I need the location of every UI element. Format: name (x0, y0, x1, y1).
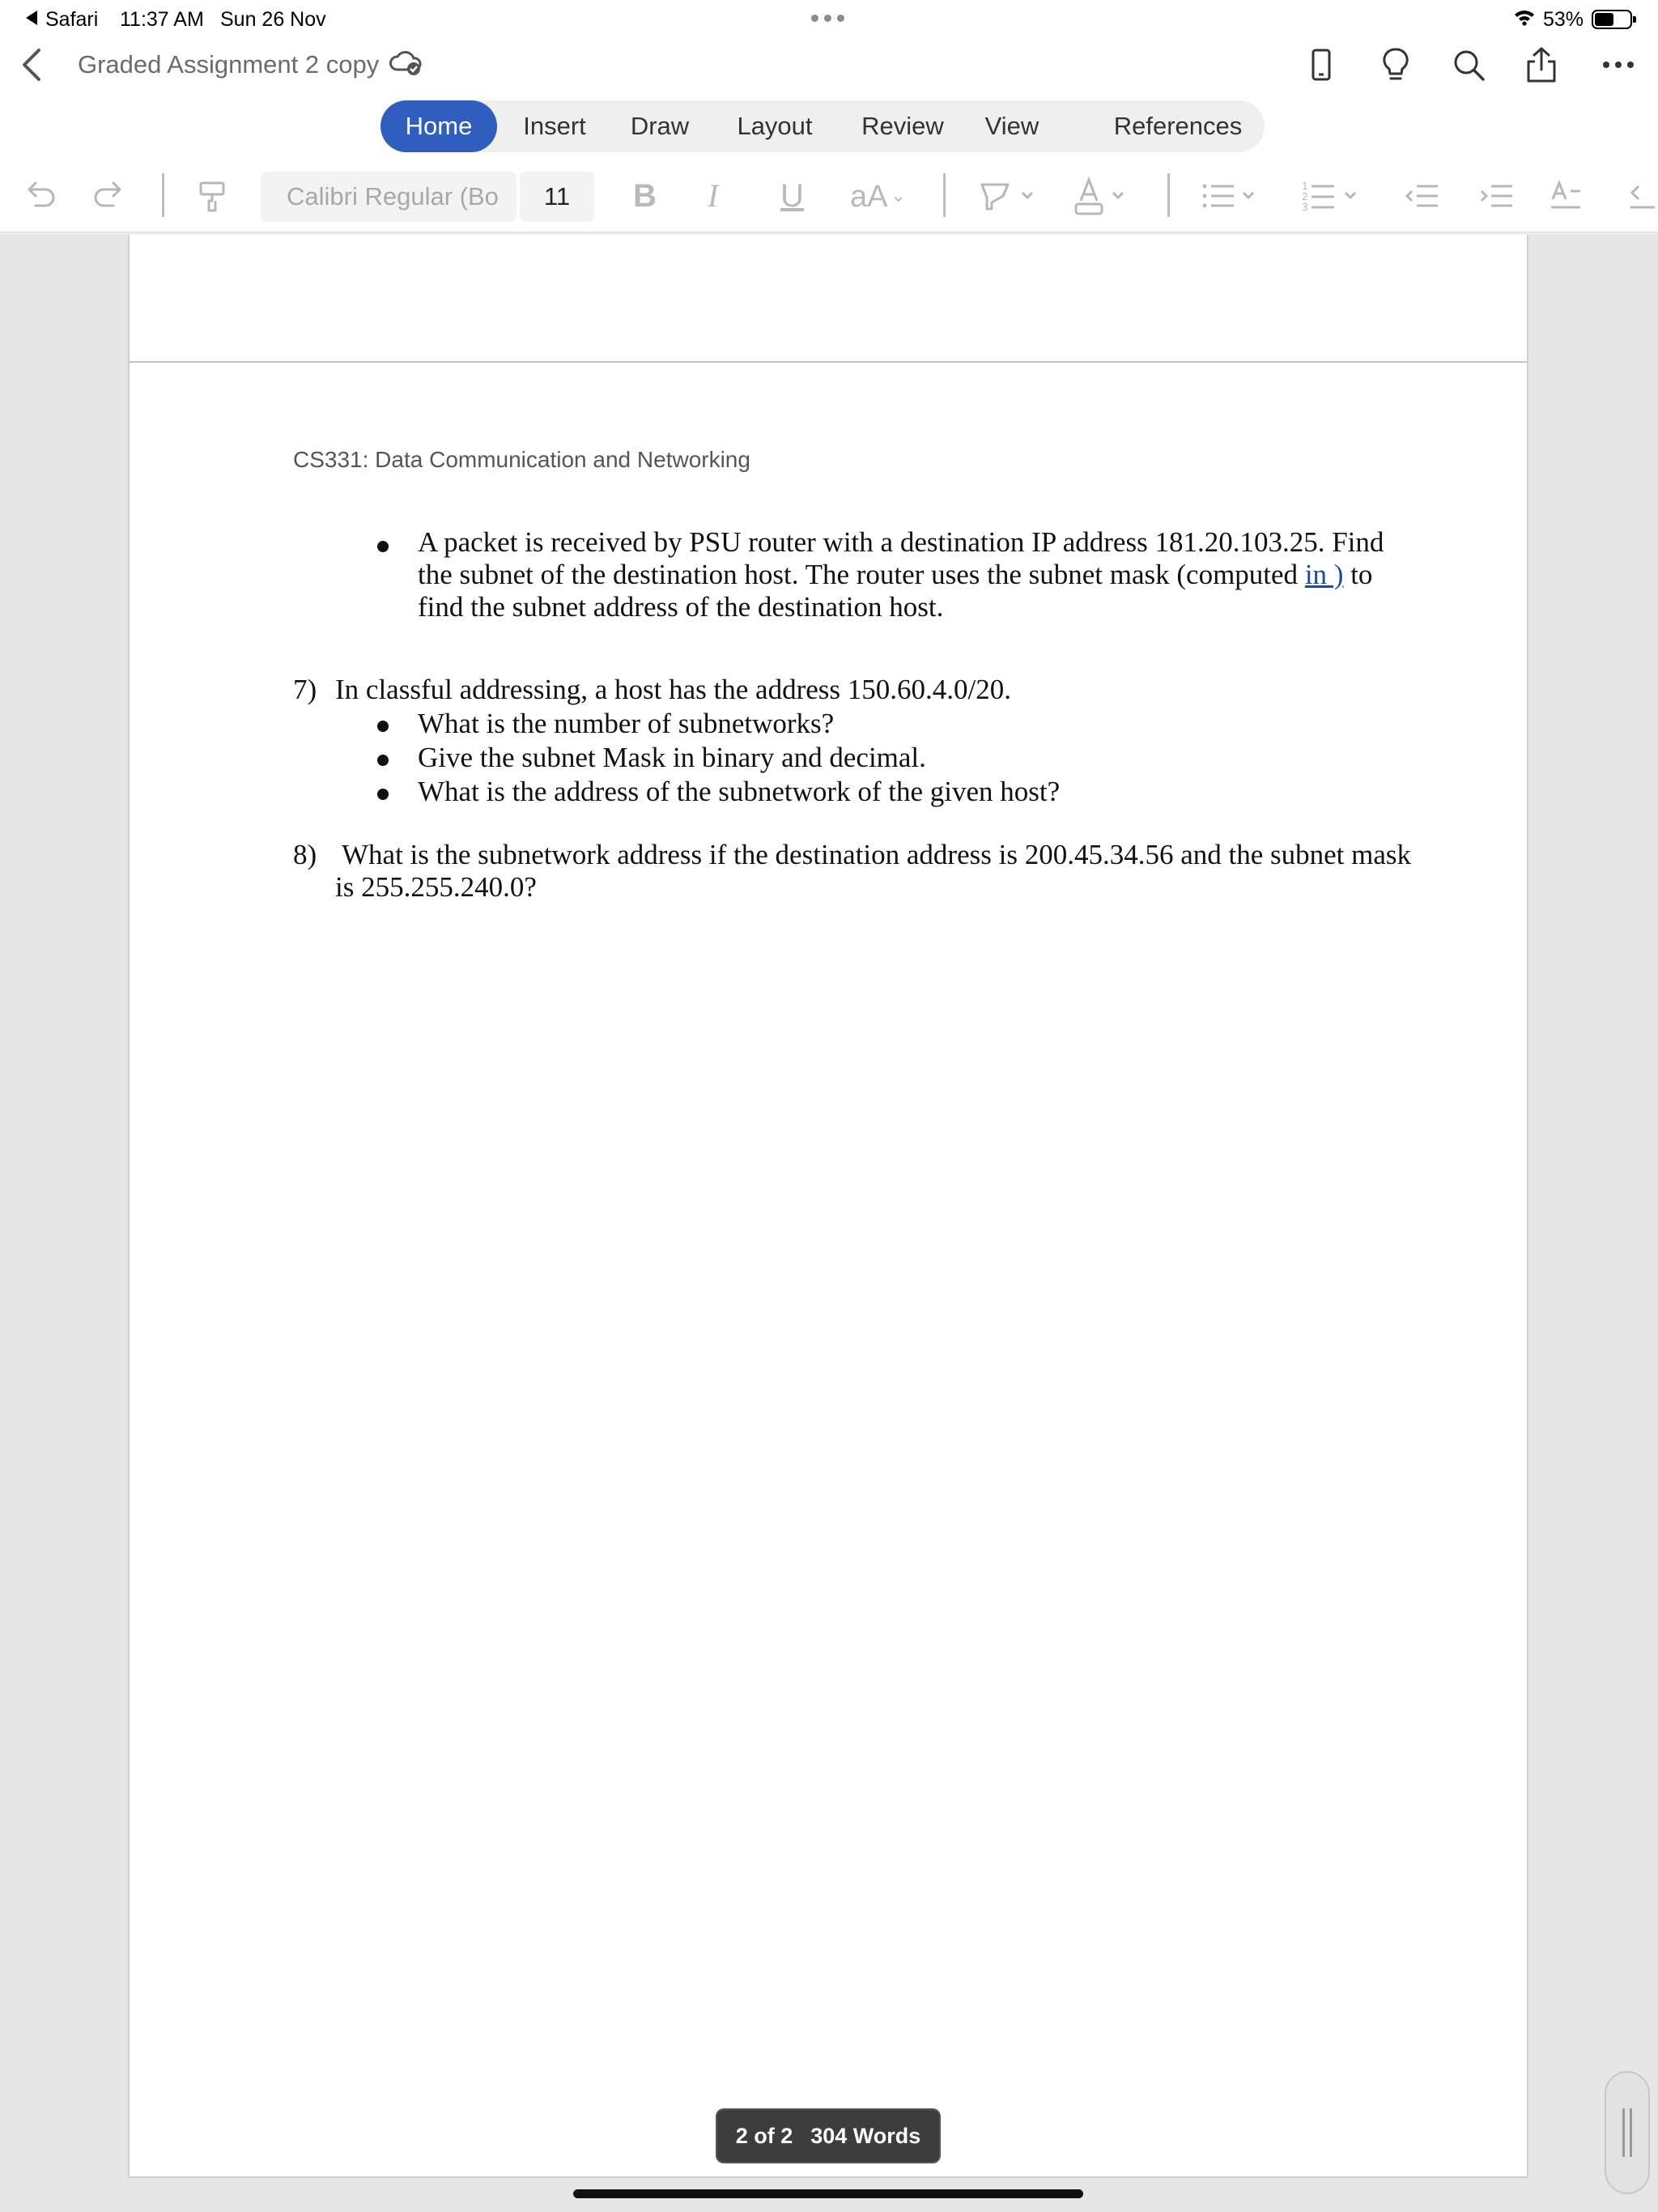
word-count: 304 Words (810, 2124, 921, 2148)
styles-icon[interactable] (1548, 173, 1596, 219)
increase-indent-icon[interactable] (1475, 173, 1520, 219)
paragraph-text: to (1343, 559, 1373, 590)
underline-button[interactable]: U (780, 175, 804, 217)
chevron-left-icon[interactable] (19, 47, 44, 83)
font-size-selector[interactable]: 11 (520, 172, 594, 222)
tab-insert[interactable]: Insert (510, 100, 599, 152)
page-header: CS331: Data Communication and Networking (293, 447, 750, 472)
tab-view[interactable]: View (980, 100, 1044, 152)
bullet-marker (377, 541, 389, 552)
svg-text:1: 1 (1302, 181, 1308, 192)
battery-percent: 53% (1543, 8, 1584, 31)
italic-button[interactable]: I (708, 175, 718, 217)
paragraph-line: the subnet of the destination host. The … (418, 559, 1389, 591)
multitasking-dots-icon[interactable] (811, 15, 844, 22)
redo-icon[interactable] (91, 172, 128, 220)
toolbar-divider (162, 173, 164, 217)
bullet-marker (377, 755, 389, 766)
font-name-selector[interactable]: Calibri Regular (Bo (261, 172, 517, 222)
document-title[interactable]: Graded Assignment 2 copy (78, 50, 379, 79)
lightbulb-icon[interactable] (1376, 45, 1415, 84)
svg-text:2: 2 (1302, 191, 1308, 202)
search-icon[interactable] (1449, 45, 1488, 84)
status-time: 11:37 AM (120, 8, 204, 31)
decrease-indent-icon[interactable] (1401, 173, 1446, 219)
change-case-button[interactable]: aA ⌄ (850, 175, 906, 218)
tab-home[interactable]: Home (380, 100, 497, 152)
app-chrome: Safari 11:37 AM Sun 26 Nov 53% Graded As… (0, 0, 1658, 235)
bullet-paragraph: A packet is received by PSU router with … (418, 526, 1389, 623)
bullet-marker (377, 721, 389, 732)
tab-layout[interactable]: Layout (730, 100, 819, 152)
document-page[interactable]: CS331: Data Communication and Networking… (128, 235, 1528, 2178)
numbered-list-icon[interactable]: 1 2 3 (1300, 173, 1365, 219)
more-icon[interactable] (1603, 62, 1634, 68)
question-number: 8) (293, 839, 317, 870)
question-text-continued: is 255.255.240.0? (335, 871, 537, 903)
toolbar-divider (1167, 173, 1170, 217)
cloud-sync-icon[interactable] (389, 49, 423, 78)
paragraph-line: A packet is received by PSU router with … (418, 526, 1384, 558)
undo-icon[interactable] (21, 172, 58, 220)
list-item: Give the subnet Mask in binary and decim… (418, 742, 926, 773)
ribbon-tabs: Home Insert Draw Layout Review View Refe… (380, 100, 1265, 152)
back-to-safari[interactable]: Safari (26, 8, 98, 32)
highlighter-icon[interactable] (976, 173, 1040, 219)
list-item: What is the number of subnetworks? (418, 708, 835, 739)
list-item: What is the address of the subnetwork of… (418, 776, 1061, 807)
tab-review[interactable]: Review (858, 100, 947, 152)
font-color-icon[interactable] (1073, 173, 1137, 219)
question-text: What is the subnetwork address if the de… (342, 839, 1412, 870)
share-icon[interactable] (1522, 45, 1561, 84)
toolbar-divider (943, 173, 946, 217)
question-number: 7) (293, 674, 317, 705)
page-word-count-indicator[interactable]: 2 of 2 304 Words (716, 2108, 941, 2163)
bold-button[interactable]: B (633, 175, 657, 217)
home-indicator[interactable] (573, 2189, 1083, 2198)
change-case-label: aA (850, 180, 888, 214)
scroll-handle[interactable] (1605, 2071, 1650, 2194)
paragraph-text: the subnet of the destination host. The … (418, 559, 1305, 590)
page-break-line (130, 361, 1527, 363)
more-tools-icon[interactable] (1622, 173, 1658, 219)
tab-references[interactable]: References (1109, 100, 1247, 152)
bullet-marker (377, 789, 389, 800)
chevron-down-icon: ⌄ (891, 185, 906, 206)
paragraph-line: find the subnet address of the destinati… (418, 591, 944, 623)
bullet-list-icon[interactable] (1198, 173, 1263, 219)
status-date: Sun 26 Nov (220, 8, 326, 31)
back-app-label: Safari (45, 8, 99, 31)
format-painter-icon[interactable] (194, 172, 230, 220)
page-indicator: 2 of 2 (735, 2124, 793, 2148)
battery-icon (1592, 10, 1636, 29)
tab-draw[interactable]: Draw (623, 100, 696, 152)
link-in[interactable]: in ) (1305, 559, 1344, 590)
svg-text:3: 3 (1302, 202, 1308, 213)
question-text: In classful addressing, a host has the a… (335, 674, 1011, 705)
back-triangle-icon (26, 11, 37, 25)
wifi-icon (1515, 11, 1534, 26)
phone-view-icon[interactable] (1302, 45, 1341, 84)
